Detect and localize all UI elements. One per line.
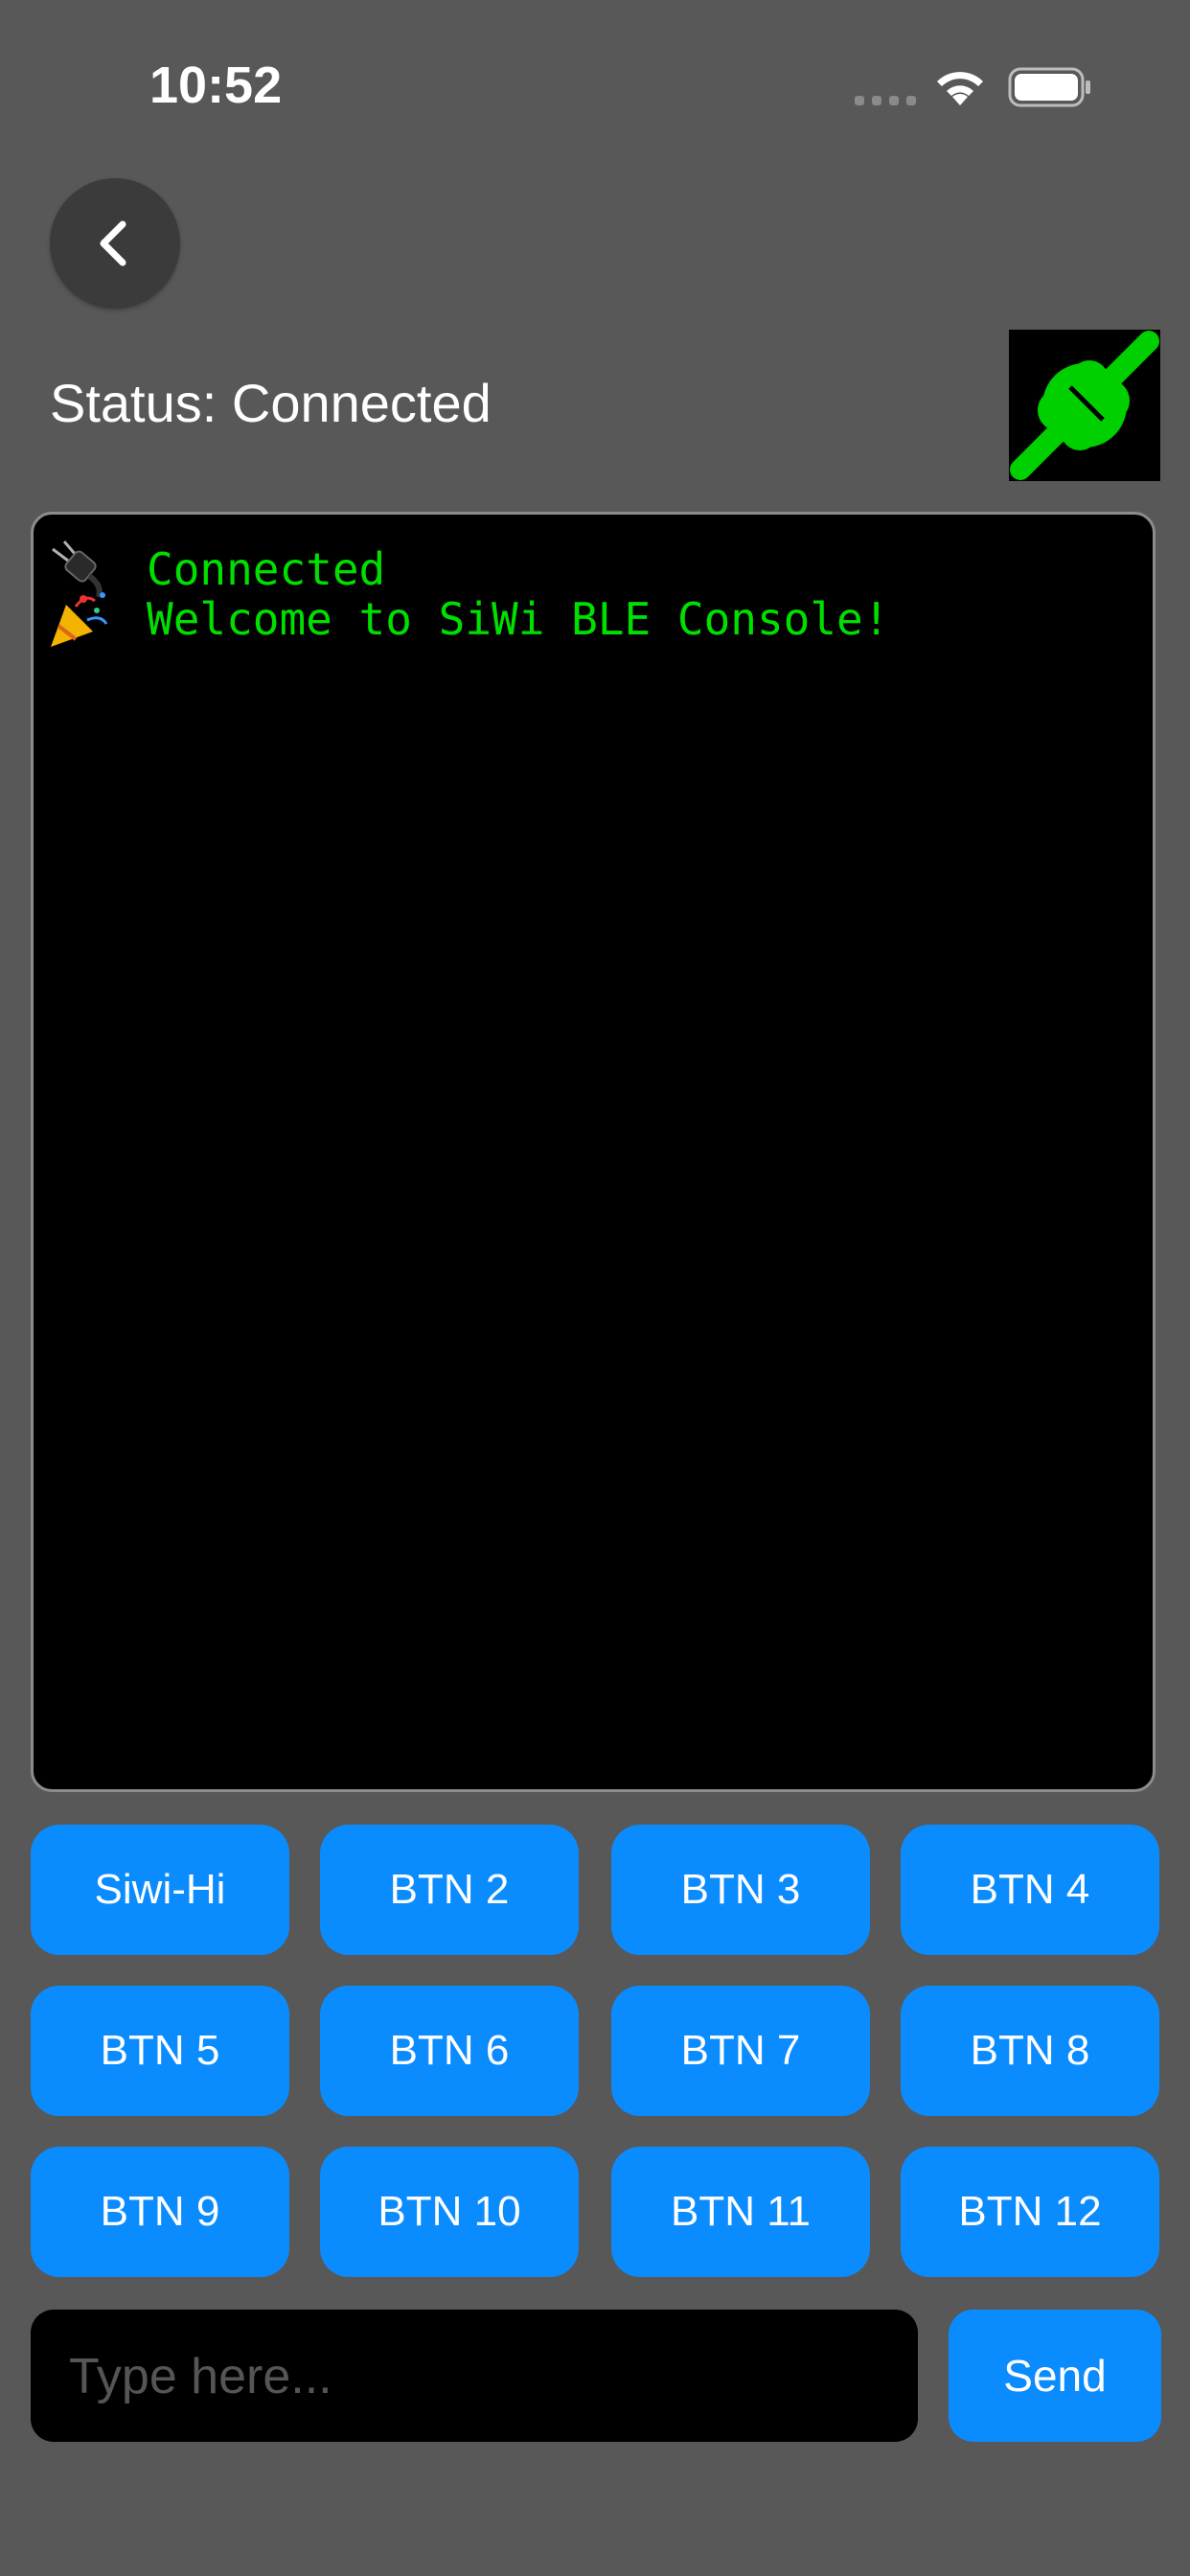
command-button-10[interactable]: BTN 10 [320, 2147, 579, 2277]
command-button-9[interactable]: BTN 9 [31, 2147, 289, 2277]
status-bar: 10:52 [0, 0, 1190, 172]
command-button-3[interactable]: BTN 3 [611, 1825, 870, 1955]
chevron-left-icon [100, 220, 126, 266]
cellular-signal-icon [855, 96, 916, 105]
command-button-8[interactable]: BTN 8 [901, 1986, 1159, 2116]
command-button-2[interactable]: BTN 2 [320, 1825, 579, 1955]
console-line-text: Welcome to SiWi BLE Console! [147, 593, 890, 645]
wifi-icon [937, 72, 983, 105]
command-button-12[interactable]: BTN 12 [901, 2147, 1159, 2277]
status-time: 10:52 [149, 57, 283, 114]
party-popper-icon [51, 592, 108, 647]
command-button-4[interactable]: BTN 4 [901, 1825, 1159, 1955]
battery-icon [1008, 67, 1090, 107]
connection-status-button[interactable] [1009, 330, 1160, 481]
command-button-5[interactable]: BTN 5 [31, 1986, 289, 2116]
message-input[interactable] [67, 2310, 895, 2444]
send-button[interactable]: Send [949, 2310, 1161, 2442]
command-button-11[interactable]: BTN 11 [611, 2147, 870, 2277]
message-input-container [31, 2310, 918, 2444]
back-button[interactable] [50, 178, 180, 309]
console-line-text: Connected [147, 543, 386, 595]
connection-status-label: Status: Connected [50, 373, 492, 433]
plug-connected-icon [1010, 331, 1159, 480]
console-output: Connected Welcome to SiWi BLE Console! [31, 512, 1156, 1792]
command-button-7[interactable]: BTN 7 [611, 1986, 870, 2116]
command-button-6[interactable]: BTN 6 [320, 1986, 579, 2116]
command-button-1[interactable]: Siwi-Hi [31, 1825, 289, 1955]
